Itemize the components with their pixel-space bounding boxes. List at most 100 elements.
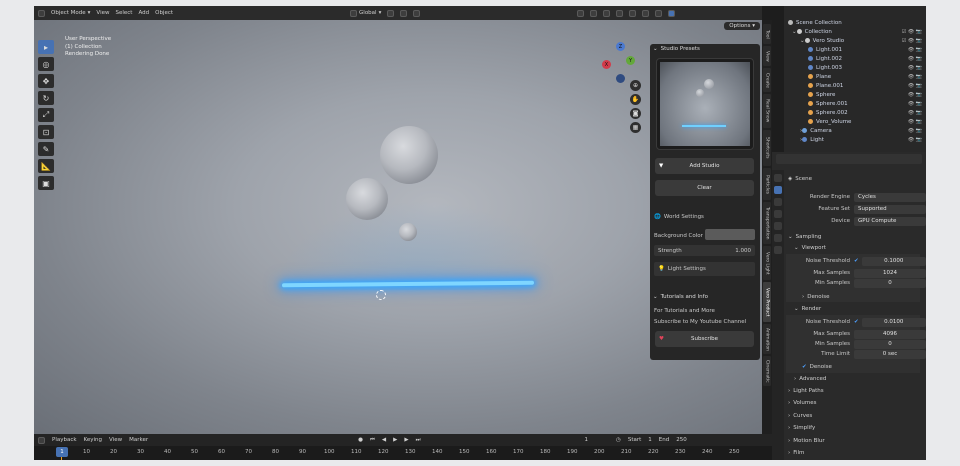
menu-view[interactable]: View: [109, 437, 122, 443]
play-icon[interactable]: ▶: [393, 437, 397, 443]
camera-view-icon[interactable]: ◙: [630, 108, 641, 119]
light-paths-header[interactable]: › Light Paths: [788, 386, 824, 396]
background-color-swatch[interactable]: [705, 229, 755, 240]
sphere-small[interactable]: [399, 223, 417, 241]
transform-tool-icon[interactable]: ⊡: [38, 125, 54, 139]
tab-particles[interactable]: Particles: [763, 168, 771, 200]
3d-cursor-icon[interactable]: [376, 290, 386, 300]
light-settings-button[interactable]: 💡 Light Settings: [654, 262, 755, 276]
cursor-tool-icon[interactable]: ◎: [38, 57, 54, 71]
properties-search[interactable]: [776, 154, 922, 164]
outliner-item[interactable]: Light.003 👁 📷: [784, 63, 926, 72]
item-visibility[interactable]: 👁 📷: [908, 56, 922, 62]
studio-presets-header[interactable]: ⌄ Studio Presets: [650, 44, 760, 54]
menu-select[interactable]: Select: [115, 10, 132, 16]
gizmo-y-axis[interactable]: Y: [626, 56, 635, 65]
rotate-tool-icon[interactable]: ↻: [38, 91, 54, 105]
menu-playback[interactable]: Playback: [52, 437, 77, 443]
gizmo-x-axis[interactable]: X: [602, 60, 611, 69]
item-visibility[interactable]: 👁 📷: [908, 65, 922, 71]
device-dropdown[interactable]: GPU Compute: [854, 216, 926, 226]
outliner-camera[interactable]: › Camera 👁 📷: [784, 126, 926, 135]
outliner-item[interactable]: Light.002 👁 📷: [784, 54, 926, 63]
outliner-collection[interactable]: ⌄ Collection ☑ 👁 📷: [784, 27, 926, 36]
scale-tool-icon[interactable]: ⤢: [38, 108, 54, 122]
annotate-tool-icon[interactable]: ✎: [38, 142, 54, 156]
outliner-vero-studio[interactable]: ⌄ Vero Studio ☑ 👁 📷: [784, 36, 926, 45]
tab-shortcuts[interactable]: Shortcuts: [763, 130, 771, 166]
collection-props-icon[interactable]: [774, 246, 782, 254]
light-visibility[interactable]: 👁 📷: [908, 137, 922, 143]
tab-tool[interactable]: Tool: [763, 24, 771, 44]
r-noise-threshold-field[interactable]: 0.0100: [861, 317, 926, 327]
collection-visibility[interactable]: ☑ 👁 📷: [902, 29, 922, 35]
next-key-icon[interactable]: ▶: [404, 437, 408, 443]
tab-view[interactable]: View: [763, 46, 771, 66]
end-field[interactable]: 250: [676, 437, 687, 443]
item-visibility[interactable]: 👁 📷: [908, 101, 922, 107]
outliner-item[interactable]: Light.001 👁 📷: [784, 45, 926, 54]
volumes-header[interactable]: › Volumes: [788, 398, 817, 408]
checkbox-checked-icon[interactable]: ✔: [854, 319, 859, 325]
simplify-header[interactable]: › Simplify: [788, 423, 815, 433]
menu-add[interactable]: Add: [138, 10, 149, 16]
outliner-light[interactable]: › Light 👁 📷: [784, 135, 926, 144]
tab-cinematic[interactable]: Cinematic: [763, 356, 771, 386]
3d-viewport[interactable]: User Perspective (1) Collection Renderin…: [34, 20, 762, 434]
menu-view[interactable]: View: [96, 10, 109, 16]
vero-studio-visibility[interactable]: ☑ 👁 📷: [902, 38, 922, 44]
prev-key-icon[interactable]: ◀: [382, 437, 386, 443]
vp-noise-threshold-field[interactable]: 0.1000: [861, 256, 926, 266]
item-visibility[interactable]: 👁 📷: [908, 92, 922, 98]
jump-start-icon[interactable]: ⏮: [370, 437, 375, 444]
editor-type-icon[interactable]: [38, 436, 45, 444]
outliner-item[interactable]: Plane 👁 📷: [784, 72, 926, 81]
frame-ruler[interactable]: 1 10 20 30 40 50 60 70 80 90 100 110 120…: [34, 446, 772, 460]
current-frame-field[interactable]: 1: [585, 437, 589, 443]
clear-button[interactable]: Clear: [655, 180, 754, 196]
checkbox-checked-icon[interactable]: ✔: [854, 258, 859, 264]
outliner-scene-collection[interactable]: Scene Collection: [784, 18, 926, 27]
r-max-samples-field[interactable]: 4096: [854, 329, 926, 339]
vp-denoise-row[interactable]: › Denoise: [802, 292, 829, 302]
editor-type-icon[interactable]: [38, 9, 45, 17]
add-studio-button[interactable]: ▼ Add Studio: [655, 158, 754, 174]
add-cube-tool-icon[interactable]: ▣: [38, 176, 54, 190]
world-props-icon[interactable]: [774, 234, 782, 242]
start-field[interactable]: 1: [648, 437, 652, 443]
tab-transportation[interactable]: Transportation: [763, 202, 771, 244]
sphere-large[interactable]: [380, 126, 438, 184]
tab-real-snow[interactable]: Real Snow: [763, 94, 771, 128]
gizmo-z-axis[interactable]: Z: [616, 42, 625, 51]
record-icon[interactable]: ●: [358, 437, 363, 443]
viewport-subheader[interactable]: ⌄ Viewport: [794, 243, 826, 253]
shading-solid-icon[interactable]: [642, 9, 650, 17]
gizmo-toggle-icon[interactable]: [590, 9, 598, 17]
feature-set-dropdown[interactable]: Supported: [854, 204, 926, 214]
item-visibility[interactable]: 👁 📷: [908, 119, 922, 125]
transform-orientation-dropdown[interactable]: Global ▾: [350, 9, 381, 17]
vp-min-samples-field[interactable]: 0: [854, 278, 926, 288]
menu-marker[interactable]: Marker: [129, 437, 148, 443]
advanced-header[interactable]: › Advanced: [794, 374, 826, 384]
tab-vero-product[interactable]: Vero Product: [763, 282, 771, 322]
render-subheader[interactable]: ⌄ Render: [794, 304, 821, 314]
playhead[interactable]: 1: [56, 447, 68, 457]
shading-rendered-icon[interactable]: [668, 9, 676, 17]
view-layer-icon[interactable]: [774, 210, 782, 218]
shading-material-icon[interactable]: [655, 9, 663, 17]
camera-visibility[interactable]: 👁 📷: [908, 128, 922, 134]
sphere-medium[interactable]: [346, 178, 388, 220]
item-visibility[interactable]: 👁 📷: [908, 47, 922, 53]
shading-wire-icon[interactable]: [629, 9, 637, 17]
clock-icon[interactable]: ◷: [616, 437, 621, 443]
outliner-item[interactable]: Sphere.001 👁 📷: [784, 99, 926, 108]
proportional-edit-icon[interactable]: [413, 9, 421, 17]
output-props-icon[interactable]: [774, 198, 782, 206]
tab-create[interactable]: Create: [763, 68, 771, 92]
menu-keying[interactable]: Keying: [84, 437, 102, 443]
r-denoise-row[interactable]: ✔ Denoise: [802, 362, 832, 372]
motion-blur-header[interactable]: › Motion Blur: [788, 436, 825, 446]
outliner-item[interactable]: Vero_Volume 👁 📷: [784, 117, 926, 126]
item-visibility[interactable]: 👁 📷: [908, 74, 922, 80]
